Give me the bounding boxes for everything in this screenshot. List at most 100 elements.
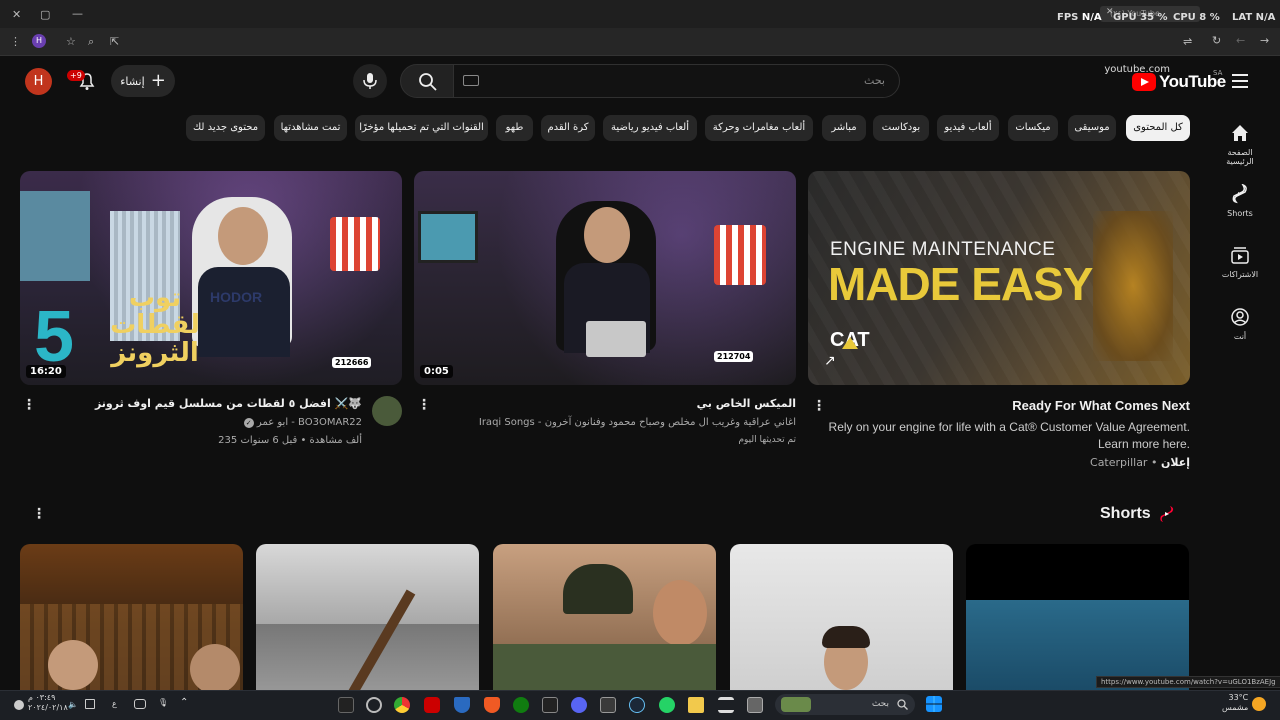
voice-search-button[interactable] xyxy=(353,64,387,98)
chip-music[interactable]: موسيقى xyxy=(1068,115,1116,141)
chip-watched[interactable]: تمت مشاهدتها xyxy=(274,115,347,141)
sidebar-item-you[interactable]: أنت xyxy=(1214,306,1266,341)
brave-icon[interactable] xyxy=(484,697,500,713)
defender-icon[interactable] xyxy=(454,697,470,713)
ad-description: Rely on your engine for life with a Cat®… xyxy=(828,420,1190,451)
video-thumbnail-got[interactable]: HODOR 5 توب لقطات الثرونز 212666 16:20 xyxy=(20,171,402,385)
chip-sports-games[interactable]: ألعاب فيديو رياضية xyxy=(603,115,697,141)
network-icon[interactable] xyxy=(85,699,95,709)
search-button[interactable] xyxy=(400,64,454,98)
settings-gear-icon[interactable] xyxy=(14,700,24,710)
start-windows-icon[interactable] xyxy=(926,696,942,712)
video-more-icon[interactable]: ⋮ xyxy=(22,397,36,413)
close-window-icon[interactable]: ✕ xyxy=(12,9,21,20)
capcut-icon[interactable] xyxy=(718,697,734,713)
search-input[interactable]: بحث xyxy=(452,64,900,98)
chip-action-adventure-games[interactable]: ألعاب مغامرات وحركة xyxy=(705,115,813,141)
shorts-logo-icon xyxy=(1160,506,1173,522)
person-face-image xyxy=(190,644,240,690)
keyboard-icon[interactable] xyxy=(463,75,479,86)
got-thumb-text: توب لقطات الثرونز xyxy=(110,283,200,368)
ad-thumbnail[interactable]: ENGINE MAINTENANCE MADE EASY CAT ↗ xyxy=(808,171,1190,385)
chip-podcasts[interactable]: بودكاست xyxy=(873,115,929,141)
ad-title[interactable]: Ready For What Comes Next xyxy=(820,398,1190,413)
language-indicator[interactable]: ع xyxy=(112,699,117,708)
xbox-icon[interactable] xyxy=(513,697,529,713)
steam-icon[interactable] xyxy=(629,697,645,713)
video-title-got[interactable]: افضل ٥ لقطات من مسلسل قيم اوف ثرونز ⚔️🐺 xyxy=(40,397,362,410)
show-hidden-icons-chevron-icon[interactable]: ⌃ xyxy=(180,697,188,708)
youtube-logo[interactable]: YouTube xyxy=(1132,72,1226,92)
site-settings-icon[interactable]: ⇌ xyxy=(1183,36,1192,47)
youtube-app-icon[interactable] xyxy=(424,697,440,713)
weather-widget[interactable]: 33°C مشمس xyxy=(1222,693,1248,713)
forward-icon[interactable]: ← xyxy=(1236,35,1245,46)
video-more-icon[interactable]: ⋮ xyxy=(417,397,431,413)
volume-icon[interactable]: 🔈 xyxy=(68,700,78,709)
chip-mixes[interactable]: ميكسات xyxy=(1008,115,1058,141)
chip-football[interactable]: كرة القدم xyxy=(541,115,595,141)
video-channel-got[interactable]: ✓ ابو عمر - BO3OMAR22 xyxy=(40,417,362,428)
minimize-window-icon[interactable]: — xyxy=(72,8,83,19)
discord-icon[interactable] xyxy=(571,697,587,713)
perf-lat: LAT N/A xyxy=(1232,12,1276,23)
mix-thumb-counter: 212704 xyxy=(714,351,754,362)
browser-menu-icon[interactable]: ⋮ xyxy=(10,36,21,47)
taskbar-search-input[interactable]: بحث xyxy=(775,694,915,715)
zoom-icon[interactable]: ⌕ xyxy=(88,36,94,47)
store-icon[interactable] xyxy=(600,697,616,713)
sidebar-label: الصفحة الرئيسية xyxy=(1226,148,1254,166)
task-view-icon[interactable] xyxy=(747,697,763,713)
sidebar-label: أنت xyxy=(1233,332,1247,341)
chip-all[interactable]: كل المحتوى xyxy=(1126,115,1190,141)
sidebar-item-shorts[interactable]: Shorts xyxy=(1214,183,1266,218)
chip-live[interactable]: مباشر xyxy=(822,115,866,141)
person-face-image xyxy=(48,640,98,690)
clock[interactable]: ٠٣:٤٩ م ٢٠٢٤/٠٢/١٨ xyxy=(28,693,68,713)
chatgpt-icon[interactable] xyxy=(366,697,382,713)
video-thumbnail-mix[interactable]: 212704 0:05 xyxy=(414,171,796,385)
sidebar-item-subscriptions[interactable]: الاشتراكات xyxy=(1214,244,1266,279)
cat-logo-triangle-icon xyxy=(842,337,858,349)
short-thumbnail[interactable] xyxy=(493,544,716,690)
short-thumbnail[interactable] xyxy=(966,544,1189,690)
got-thumb-number: 5 xyxy=(34,297,75,377)
ad-thumb-subheading: MADE EASY xyxy=(828,258,1093,310)
epic-games-icon[interactable] xyxy=(338,697,354,713)
hair-image xyxy=(822,626,870,648)
shorts-more-icon[interactable]: ⋮ xyxy=(32,506,46,522)
chip-new-to-you[interactable]: محتوى جديد لك xyxy=(186,115,265,141)
create-button[interactable]: إنشاء + xyxy=(111,65,175,97)
status-url: https://www.youtube.com/watch?v=uGLO1BzA… xyxy=(1096,676,1280,688)
chip-cooking[interactable]: طهو xyxy=(496,115,533,141)
browser-titlebar: ✕ ▢ — (٢٤) YouTube ✕ FPS N/A GPU 35 % CP… xyxy=(0,0,1280,28)
bookmark-star-icon[interactable]: ☆ xyxy=(66,36,76,47)
share-icon[interactable]: ⇱ xyxy=(110,36,119,47)
chip-recently-uploaded[interactable]: القنوات التي تم تحميلها مؤخرًا xyxy=(355,115,488,141)
profile-icon[interactable]: H xyxy=(32,34,46,48)
video-channel-mix[interactable]: Iraqi Songs - اغاني عراقية وغريب ال مخلص… xyxy=(440,417,796,428)
epic-launcher-icon[interactable] xyxy=(542,697,558,713)
ad-more-icon[interactable]: ⋮ xyxy=(812,398,826,414)
external-link-icon: ↗ xyxy=(824,353,836,369)
maximize-window-icon[interactable]: ▢ xyxy=(40,9,50,20)
plus-icon: + xyxy=(150,70,166,91)
video-title-mix[interactable]: الميكس الخاص بي xyxy=(440,397,796,410)
whatsapp-icon[interactable] xyxy=(659,697,675,713)
chip-video-games[interactable]: ألعاب فيديو xyxy=(937,115,999,141)
short-thumbnail[interactable] xyxy=(730,544,953,690)
mic-tray-icon[interactable]: 🎙 xyxy=(158,698,168,707)
chrome-icon[interactable] xyxy=(394,697,410,713)
short-thumbnail[interactable] xyxy=(20,544,243,690)
file-explorer-icon[interactable] xyxy=(688,697,704,713)
short-thumbnail[interactable] xyxy=(256,544,479,690)
reload-icon[interactable]: ↻ xyxy=(1212,35,1221,46)
channel-avatar[interactable] xyxy=(372,396,402,426)
back-icon[interactable]: → xyxy=(1260,35,1269,46)
keyboard-layout-icon[interactable] xyxy=(134,699,146,709)
sidebar-item-home[interactable]: الصفحة الرئيسية xyxy=(1214,122,1266,166)
microphone-icon xyxy=(363,73,377,89)
guide-menu-icon[interactable] xyxy=(1232,74,1248,88)
search-highlight-icon xyxy=(781,697,811,712)
account-avatar[interactable]: H xyxy=(25,68,52,95)
